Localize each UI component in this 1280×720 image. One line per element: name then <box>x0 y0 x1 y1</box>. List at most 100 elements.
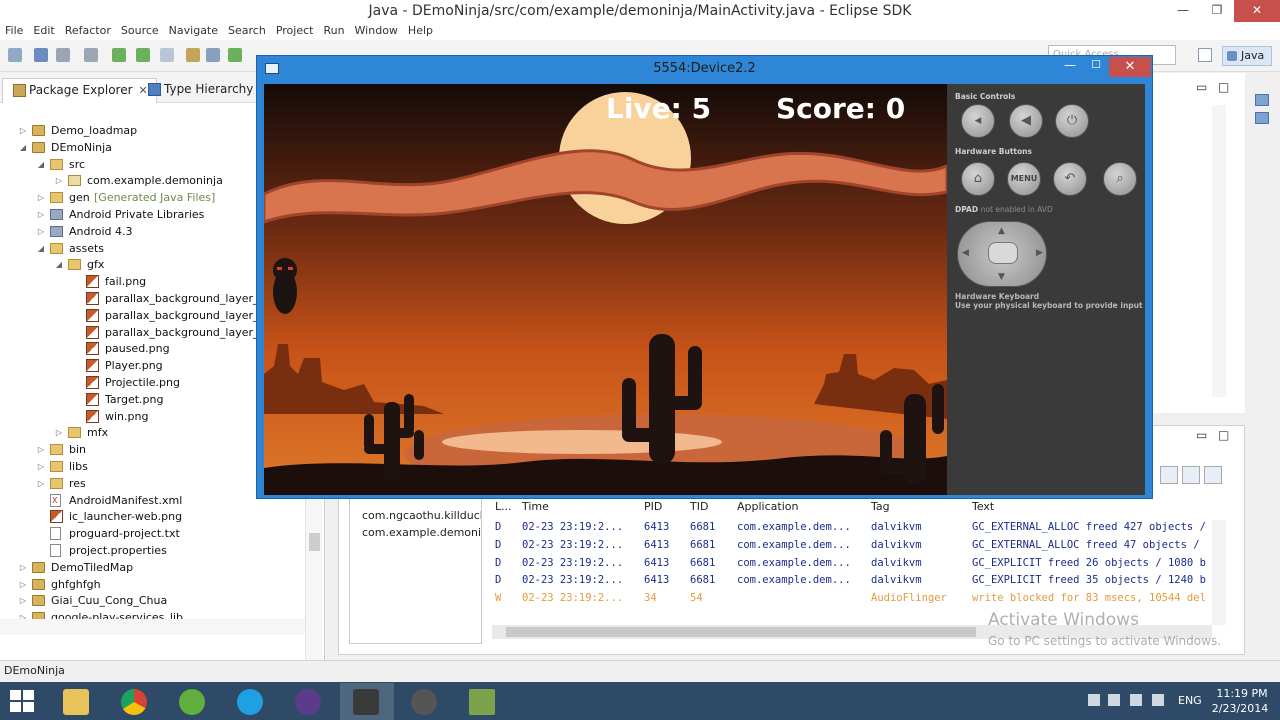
menu-window[interactable]: Window <box>350 22 403 40</box>
chrome-taskbar-button[interactable] <box>108 683 162 720</box>
task-list-icon[interactable] <box>1255 112 1269 124</box>
expand-icon[interactable]: ▷ <box>36 223 46 240</box>
skype-taskbar-button[interactable] <box>224 683 278 720</box>
menu-source[interactable]: Source <box>116 22 164 40</box>
volume-down-icon[interactable]: ◂ <box>961 104 995 138</box>
menu-edit[interactable]: Edit <box>28 22 59 40</box>
expand-icon[interactable]: ▷ <box>36 189 46 206</box>
collapse-icon[interactable]: ◢ <box>18 139 28 156</box>
column-application[interactable]: Application <box>737 500 798 513</box>
menu-project[interactable]: Project <box>271 22 319 40</box>
network-icon[interactable] <box>1130 694 1142 706</box>
tree-item[interactable]: ▷ Giai_Cuu_Cong_Chua <box>0 592 305 609</box>
new-icon[interactable] <box>8 48 22 62</box>
save-icon[interactable] <box>34 48 48 62</box>
flag-icon[interactable] <box>1088 694 1100 706</box>
column-pid[interactable]: PID <box>644 500 662 513</box>
tab-type-hierarchy[interactable]: Type Hierarchy <box>138 78 261 103</box>
windows-start-icon[interactable] <box>10 690 34 712</box>
language-indicator[interactable]: ENG <box>1178 694 1202 707</box>
clear-log-icon[interactable] <box>1160 466 1178 484</box>
expand-icon[interactable]: ▷ <box>18 122 28 139</box>
monitor-taskbar-button[interactable] <box>456 683 510 720</box>
scroll-lock-icon[interactable] <box>1204 466 1222 484</box>
android-sdk-icon[interactable] <box>112 48 126 62</box>
tree-item[interactable]: ▷ ghfghfgh <box>0 576 305 593</box>
new-project-icon[interactable] <box>186 48 200 62</box>
dpad-right-icon[interactable]: ▶ <box>1036 248 1043 258</box>
expand-icon[interactable]: ▷ <box>36 206 46 223</box>
minimize-view-icon[interactable]: ▭ <box>1196 80 1207 94</box>
column-time[interactable]: Time <box>522 500 549 513</box>
menu-search[interactable]: Search <box>223 22 271 40</box>
minimize-button[interactable]: — <box>1166 0 1200 22</box>
minimize-button[interactable]: — <box>1057 58 1083 76</box>
volume-icon[interactable] <box>1152 694 1164 706</box>
back-icon[interactable]: ↶ <box>1053 162 1087 196</box>
expand-icon[interactable]: ▷ <box>36 458 46 475</box>
save-all-icon[interactable] <box>56 48 70 62</box>
dpad-up-icon[interactable]: ▲ <box>998 226 1005 236</box>
expand-icon[interactable]: ▷ <box>36 475 46 492</box>
emulator-taskbar-button[interactable] <box>340 683 394 720</box>
column-tid[interactable]: TID <box>690 500 708 513</box>
dpad-left-icon[interactable]: ◀ <box>962 248 969 258</box>
maximize-view-icon[interactable]: □ <box>1218 80 1229 94</box>
open-perspective-icon[interactable] <box>1198 48 1212 62</box>
game-screen[interactable]: Live: 5 Score: 0 <box>264 84 947 495</box>
print-icon[interactable] <box>84 48 98 62</box>
file-explorer-taskbar-button[interactable] <box>50 683 104 720</box>
list-item[interactable]: com.ngcaothu.killduck <box>362 509 481 522</box>
expand-icon[interactable]: ▷ <box>18 559 28 576</box>
dpad-center-button[interactable] <box>988 242 1018 264</box>
open-type-icon[interactable] <box>206 48 220 62</box>
maximize-button[interactable]: ☐ <box>1083 58 1109 76</box>
table-row[interactable]: D 02-23 23:19:2... 6413 6681 com.example.dem… <box>490 572 1215 590</box>
collapse-icon[interactable]: ◢ <box>36 156 46 173</box>
tree-item[interactable]: ▷ DemoTiledMap <box>0 559 305 576</box>
vertical-scrollbar[interactable] <box>1212 520 1226 625</box>
scroll-thumb[interactable] <box>506 627 976 637</box>
clock-date[interactable]: 2/23/2014 <box>1208 702 1272 715</box>
table-row[interactable]: D 02-23 23:19:2... 6413 6681 com.example.dem… <box>490 555 1215 573</box>
outline-scrollbar[interactable] <box>1212 105 1226 397</box>
media-taskbar-button[interactable] <box>398 683 452 720</box>
menu-navigate[interactable]: Navigate <box>164 22 223 40</box>
search-icon[interactable]: ⌕ <box>1103 162 1137 196</box>
menu-button[interactable]: MENU <box>1007 162 1041 196</box>
tree-item[interactable]: proguard-project.txt <box>0 525 305 542</box>
column-tag[interactable]: Tag <box>871 500 890 513</box>
menu-help[interactable]: Help <box>403 22 438 40</box>
menu-refactor[interactable]: Refactor <box>60 22 116 40</box>
scroll-thumb[interactable] <box>309 533 320 551</box>
power-icon[interactable]: ⏻ <box>1055 104 1089 138</box>
maximize-view-icon[interactable]: □ <box>1218 428 1229 442</box>
volume-up-icon[interactable]: ◀ <box>1009 104 1043 138</box>
list-item[interactable]: com.example.demoninja <box>362 526 481 539</box>
column-level[interactable]: L... <box>495 500 512 513</box>
battery-icon[interactable] <box>1108 694 1120 706</box>
collapse-icon[interactable]: ◢ <box>36 240 46 257</box>
eclipse-taskbar-button[interactable] <box>282 683 336 720</box>
tab-package-explorer[interactable]: Package Explorer ✕ <box>2 78 157 103</box>
tree-item[interactable]: project.properties <box>0 542 305 559</box>
expand-icon[interactable]: ▷ <box>54 172 64 189</box>
close-button[interactable]: ✕ <box>1234 0 1280 22</box>
run-icon[interactable] <box>228 48 242 62</box>
app-taskbar-button[interactable] <box>166 683 220 720</box>
column-text[interactable]: Text <box>972 500 994 513</box>
android-avd-icon[interactable] <box>136 48 150 62</box>
home-icon[interactable]: ⌂ <box>961 162 995 196</box>
table-row[interactable]: W 02-23 23:19:2... 34 54 AudioFlinger write b… <box>490 590 1215 608</box>
expand-icon[interactable]: ▷ <box>18 576 28 593</box>
menu-file[interactable]: File <box>0 22 28 40</box>
toggle-columns-icon[interactable] <box>1182 466 1200 484</box>
tree-item[interactable]: ic_launcher-web.png <box>0 508 305 525</box>
clock-time[interactable]: 11:19 PM <box>1212 687 1272 700</box>
minimize-view-icon[interactable]: ▭ <box>1196 428 1207 442</box>
dpad[interactable]: ▲ ▼ ◀ ▶ <box>957 221 1047 287</box>
menu-run[interactable]: Run <box>318 22 349 40</box>
horizontal-scrollbar[interactable] <box>0 619 305 635</box>
java-perspective-button[interactable]: Java <box>1222 46 1272 66</box>
close-button[interactable]: ✕ <box>1109 57 1151 77</box>
